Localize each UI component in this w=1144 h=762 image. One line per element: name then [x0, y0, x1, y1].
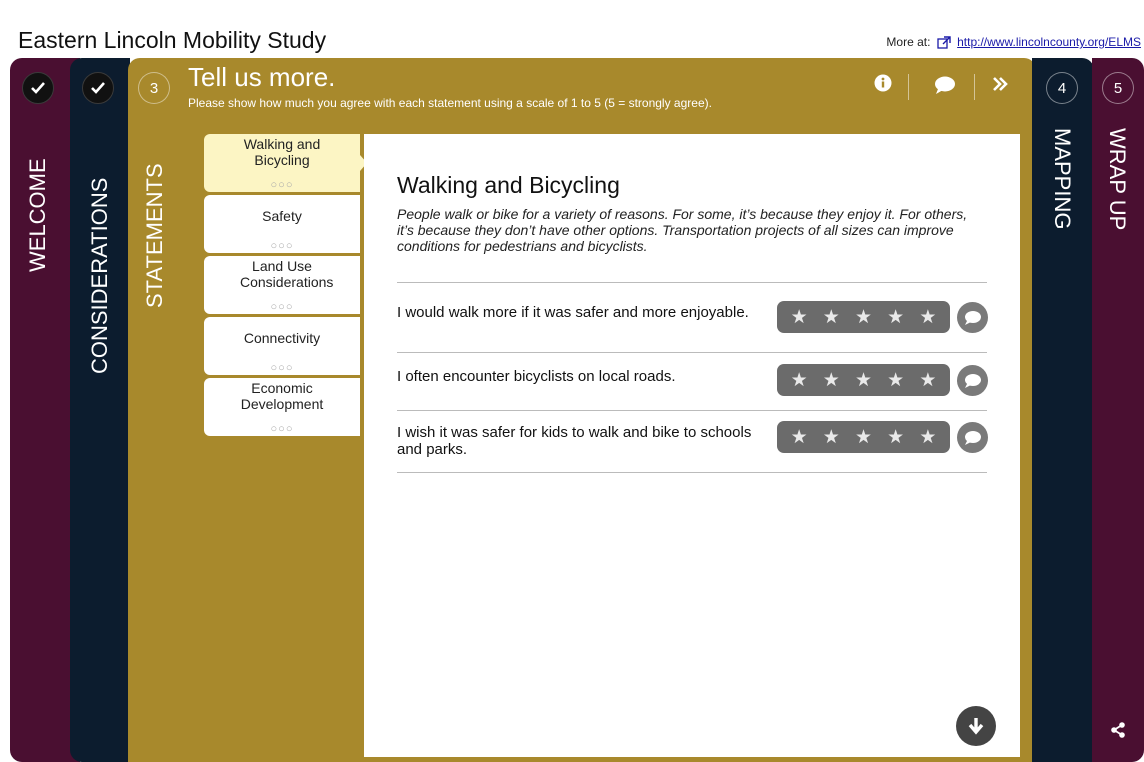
progress-dots: ○○○ — [270, 179, 294, 191]
check-icon — [82, 72, 114, 104]
progress-dots: ○○○ — [270, 362, 294, 374]
info-icon[interactable] — [874, 74, 892, 92]
more-at: More at: http://www.lincolncounty.org/EL… — [886, 35, 1141, 49]
topic-label: Walking and Bicycling — [243, 136, 321, 168]
star-icon[interactable]: ★ — [823, 306, 840, 329]
comment-button[interactable] — [957, 365, 988, 396]
star-icon[interactable]: ★ — [791, 306, 808, 329]
progress-dots: ○○○ — [270, 240, 294, 252]
scroll-down-button[interactable] — [956, 706, 996, 746]
step-considerations-label: CONSIDERATIONS — [87, 177, 112, 374]
external-link-icon — [937, 36, 951, 49]
step-wrapup-number: 5 — [1102, 72, 1134, 104]
statement-card: Walking and Bicycling People walk or bik… — [364, 134, 1020, 757]
step-welcome-label: WELCOME — [25, 158, 50, 272]
step-mapping-label: MAPPING — [1050, 128, 1075, 230]
star-icon[interactable]: ★ — [887, 426, 904, 449]
share-icon[interactable] — [1110, 722, 1126, 743]
star-rating[interactable]: ★ ★ ★ ★ ★ — [777, 301, 950, 333]
star-rating[interactable]: ★ ★ ★ ★ ★ — [777, 364, 950, 396]
topic-description: People walk or bike for a variety of rea… — [397, 206, 968, 254]
star-icon[interactable]: ★ — [887, 369, 904, 392]
topic-tab-connectivity[interactable]: Connectivity ○○○ — [204, 317, 360, 375]
topic-tab-safety[interactable]: Safety ○○○ — [204, 195, 360, 253]
topic-label: Safety — [262, 208, 302, 224]
star-rating[interactable]: ★ ★ ★ ★ ★ — [777, 421, 950, 453]
divider — [397, 472, 987, 473]
star-icon[interactable]: ★ — [823, 369, 840, 392]
step-statements-number: 3 — [138, 72, 170, 104]
star-icon[interactable]: ★ — [855, 306, 872, 329]
topic-tab-walking-bicycling[interactable]: Walking and Bicycling ○○○ — [204, 134, 360, 192]
topic-label: Economic Development — [240, 380, 324, 412]
star-icon[interactable]: ★ — [855, 369, 872, 392]
star-icon[interactable]: ★ — [919, 369, 936, 392]
divider — [397, 282, 987, 283]
topic-tab-economic-development[interactable]: Economic Development ○○○ — [204, 378, 360, 436]
star-icon[interactable]: ★ — [887, 306, 904, 329]
statement-text: I often encounter bicyclists on local ro… — [397, 368, 676, 385]
star-icon[interactable]: ★ — [855, 426, 872, 449]
header-divider — [908, 74, 909, 100]
comment-button[interactable] — [957, 302, 988, 333]
star-icon[interactable]: ★ — [791, 369, 808, 392]
comment-button[interactable] — [957, 422, 988, 453]
study-link[interactable]: http://www.lincolncounty.org/ELMS — [957, 35, 1141, 49]
topic-label: Connectivity — [243, 330, 321, 346]
step-mapping-panel[interactable]: 4 MAPPING — [1032, 58, 1094, 762]
site-title: Eastern Lincoln Mobility Study — [18, 27, 327, 53]
star-icon[interactable]: ★ — [791, 426, 808, 449]
progress-dots: ○○○ — [270, 301, 294, 313]
comment-icon — [964, 311, 981, 325]
topic-tab-land-use[interactable]: Land Use Considerations ○○○ — [204, 256, 360, 314]
divider — [397, 410, 987, 411]
progress-dots: ○○○ — [270, 423, 294, 435]
page-title: Tell us more. — [188, 62, 336, 92]
star-icon[interactable]: ★ — [919, 426, 936, 449]
step-wrapup-panel[interactable]: 5 WRAP UP — [1092, 58, 1144, 762]
topic-title: Walking and Bicycling — [397, 172, 620, 198]
star-icon[interactable]: ★ — [919, 306, 936, 329]
statement-text: I wish it was safer for kids to walk and… — [397, 424, 752, 458]
arrow-down-icon — [968, 718, 984, 735]
check-icon — [22, 72, 54, 104]
more-at-label: More at: — [886, 35, 931, 49]
comment-icon — [964, 431, 981, 445]
step-statements-label: STATEMENTS — [142, 163, 167, 308]
statement-text: I would walk more if it was safer and mo… — [397, 304, 749, 321]
header-divider — [974, 74, 975, 100]
comment-icon[interactable] — [934, 76, 956, 94]
star-icon[interactable]: ★ — [823, 426, 840, 449]
double-chevron-right-icon[interactable] — [992, 77, 1008, 91]
divider — [397, 352, 987, 353]
instructions: Please show how much you agree with each… — [188, 96, 712, 110]
comment-icon — [964, 374, 981, 388]
step-mapping-number: 4 — [1046, 72, 1078, 104]
step-wrapup-label: WRAP UP — [1105, 128, 1130, 231]
step-considerations-panel[interactable]: CONSIDERATIONS — [70, 58, 130, 762]
topic-label: Land Use Considerations — [240, 258, 334, 290]
step-statements-panel: 3 STATEMENTS Tell us more. Please show h… — [128, 58, 1036, 762]
